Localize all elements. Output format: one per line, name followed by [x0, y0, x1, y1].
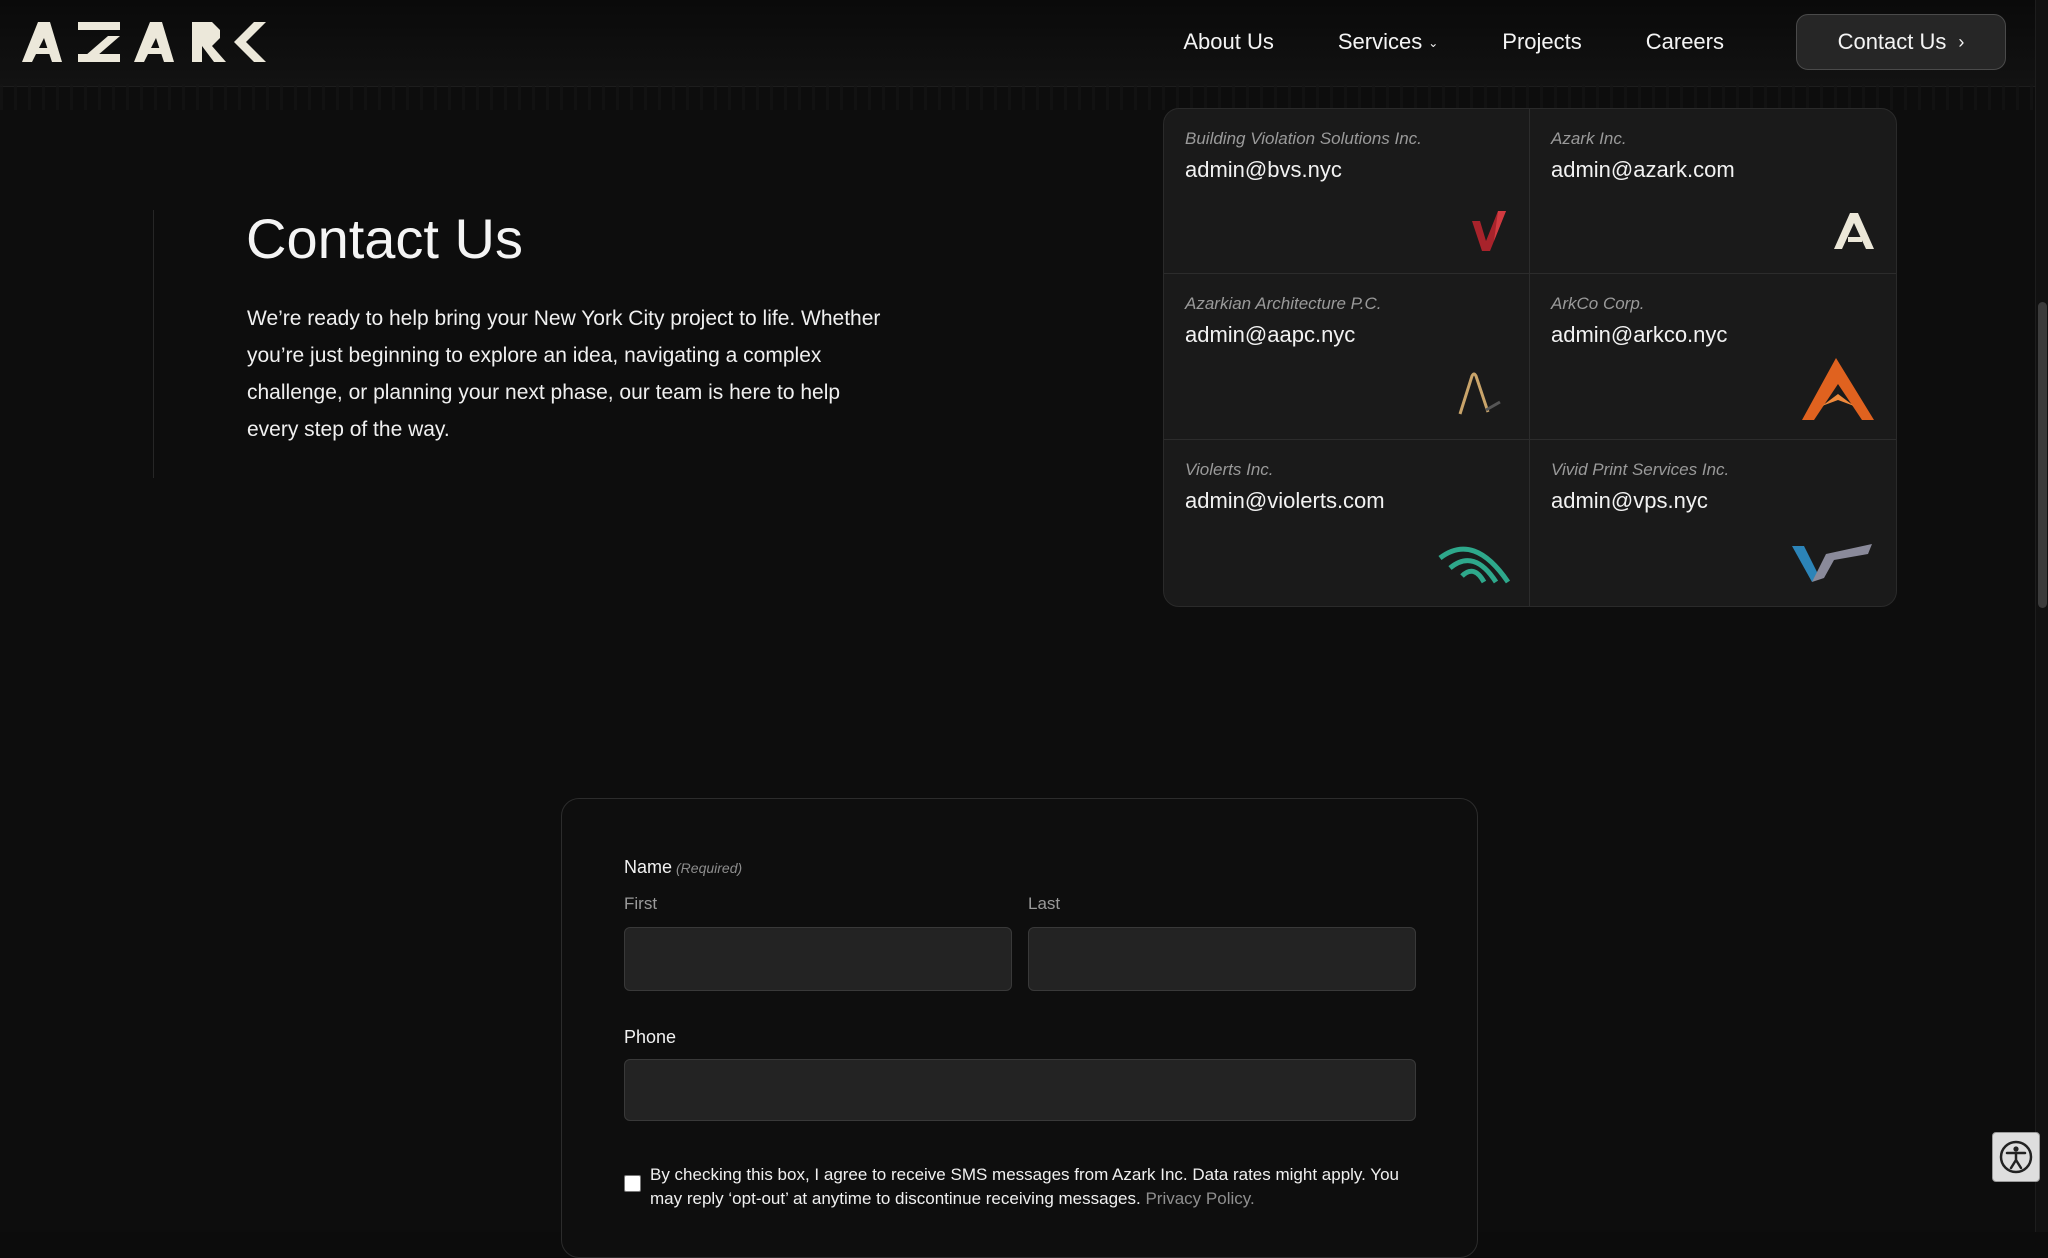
sms-consent: By checking this box, I agree to receive…	[624, 1163, 1424, 1211]
phone-field-label: Phone	[624, 1027, 677, 1047]
name-label-text: Name	[624, 857, 673, 877]
header-decorative-pattern	[0, 84, 2036, 110]
arkco-chevron-logo-icon	[1802, 358, 1874, 420]
last-name-sublabel: Last	[1028, 894, 1061, 913]
nav-careers[interactable]: Careers	[1646, 29, 1724, 55]
contact-form: Name (Required) First Last Phone By check…	[561, 798, 1478, 1258]
company-name: Building Violation Solutions Inc.	[1185, 129, 1422, 148]
vps-v-logo-icon	[1792, 544, 1872, 582]
company-email[interactable]: admin@violerts.com	[1185, 488, 1385, 514]
chevron-right-icon: ›	[1958, 31, 1965, 52]
company-email[interactable]: admin@bvs.nyc	[1185, 157, 1342, 183]
company-name: Vivid Print Services Inc.	[1551, 460, 1730, 479]
company-card: Vivid Print Services Inc. admin@vps.nyc	[1530, 440, 1896, 606]
company-name: Violerts Inc.	[1185, 460, 1274, 479]
nav-services-label: Services	[1337, 29, 1423, 54]
page: About Us Services ⌄ Projects Careers Cont…	[0, 0, 2036, 1258]
page-scrollbar[interactable]	[2035, 0, 2048, 1232]
required-indicator: (Required)	[676, 860, 743, 876]
company-email[interactable]: admin@vps.nyc	[1551, 488, 1708, 514]
company-name: ArkCo Corp.	[1551, 294, 1645, 313]
nav-projects[interactable]: Projects	[1502, 29, 1581, 55]
site-header: About Us Services ⌄ Projects Careers Cont…	[0, 0, 2036, 87]
nav-about-us[interactable]: About Us	[1183, 29, 1274, 55]
bvs-checkmark-logo-icon	[1472, 211, 1506, 251]
accessibility-button[interactable]	[1992, 1132, 2040, 1182]
accessibility-icon	[1999, 1140, 2033, 1174]
company-card: Building Violation Solutions Inc. admin@…	[1164, 109, 1530, 274]
last-name-input[interactable]	[1028, 927, 1416, 991]
azark-a-logo-icon	[1834, 213, 1874, 249]
company-name: Azarkian Architecture P.C.	[1185, 294, 1382, 313]
phone-input[interactable]	[624, 1059, 1416, 1121]
first-name-sublabel: First	[624, 894, 658, 913]
nav-services[interactable]: Services ⌄	[1338, 29, 1438, 55]
company-card: ArkCo Corp. admin@arkco.nyc	[1530, 274, 1896, 440]
contact-us-button[interactable]: Contact Us ›	[1796, 14, 2006, 70]
sms-consent-checkbox[interactable]	[624, 1175, 641, 1192]
company-email[interactable]: admin@arkco.nyc	[1551, 322, 1727, 348]
privacy-policy-link[interactable]: Privacy Policy.	[1145, 1189, 1254, 1208]
company-contacts-grid: Building Violation Solutions Inc. admin@…	[1163, 108, 1897, 607]
company-email[interactable]: admin@azark.com	[1551, 157, 1735, 183]
company-card: Azark Inc. admin@azark.com	[1530, 109, 1896, 274]
chevron-down-icon: ⌄	[1428, 36, 1439, 50]
intro-paragraph: We’re ready to help bring your New York …	[247, 307, 881, 441]
aapc-lambda-logo-icon	[1458, 372, 1501, 415]
company-name: Azark Inc.	[1551, 129, 1627, 148]
scrollbar-thumb[interactable]	[2038, 302, 2047, 608]
nav-careers-label: Careers	[1645, 29, 1724, 54]
company-email[interactable]: admin@aapc.nyc	[1185, 322, 1355, 348]
sms-consent-text: By checking this box, I agree to receive…	[650, 1163, 1424, 1211]
company-card: Azarkian Architecture P.C. admin@aapc.ny…	[1164, 274, 1530, 440]
violerts-signal-logo-icon	[1438, 546, 1511, 584]
nav-projects-label: Projects	[1502, 29, 1582, 54]
page-title: Contact Us	[246, 207, 523, 270]
main-nav: About Us Services ⌄ Projects Careers Cont…	[1183, 14, 2006, 70]
nav-about-us-label: About Us	[1183, 29, 1274, 54]
company-card: Violerts Inc. admin@violerts.com	[1164, 440, 1530, 606]
azark-logo[interactable]	[20, 18, 270, 66]
intro-divider	[153, 210, 154, 478]
contact-us-button-label: Contact Us	[1837, 29, 1947, 54]
first-name-input[interactable]	[624, 927, 1012, 991]
sms-consent-copy: By checking this box, I agree to receive…	[650, 1165, 1399, 1208]
name-field-label: Name (Required)	[624, 857, 742, 878]
